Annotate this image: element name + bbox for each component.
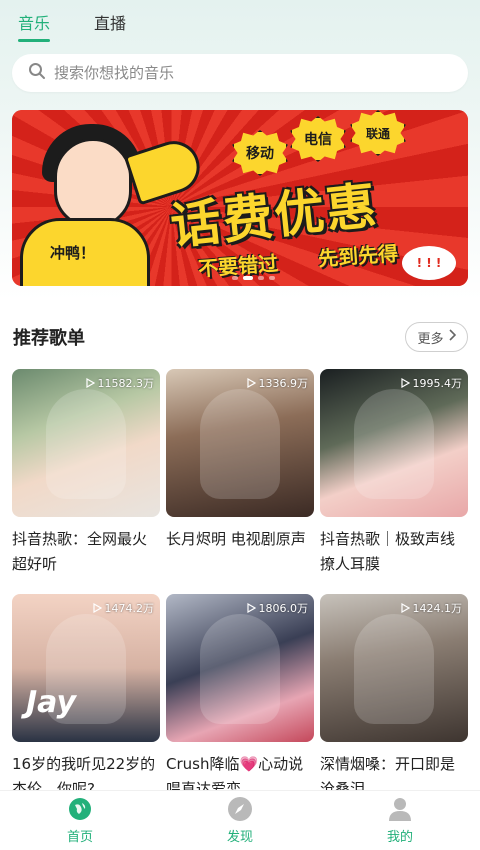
more-label: 更多: [417, 331, 444, 347]
play-icon: [85, 378, 95, 388]
playlist-title: 抖音热歌｜极致声线撩人耳膜: [320, 530, 456, 573]
playlist-card[interactable]: 1424.1万 深情烟嗓：开口即是沧桑泪: [320, 594, 468, 802]
play-count-value: 1474.2万: [104, 602, 155, 615]
play-count-value: 1806.0万: [258, 602, 309, 615]
exclaim-bubble: ! ! !: [402, 246, 456, 280]
play-icon: [400, 378, 410, 388]
chevron-right-icon: [448, 329, 456, 345]
playlist-title: 抖音热歌：全网最火超好听: [12, 530, 148, 573]
tab-live[interactable]: 直播: [94, 10, 126, 34]
play-count-value: 1424.1万: [412, 602, 463, 615]
play-count: 1474.2万: [92, 600, 155, 616]
search-bar[interactable]: [12, 54, 468, 92]
nav-home[interactable]: 首页: [40, 796, 120, 845]
nav-profile-label: 我的: [386, 830, 413, 845]
top-tabs: 音乐 直播: [18, 10, 126, 42]
search-input[interactable]: [54, 64, 434, 82]
playlist-cover: 11582.3万: [12, 369, 160, 517]
playlist-cover: 1336.9万: [166, 369, 314, 517]
playlist-card[interactable]: 11582.3万 抖音热歌：全网最火超好听: [12, 369, 160, 577]
banner-sub-right: 先到先得: [317, 241, 399, 271]
section-title: 推荐歌单: [13, 328, 85, 349]
cover-figure: [200, 389, 280, 499]
play-count: 1424.1万: [400, 600, 463, 616]
play-icon: [246, 378, 256, 388]
play-count: 1806.0万: [246, 600, 309, 616]
tab-music[interactable]: 音乐: [18, 10, 51, 42]
more-button[interactable]: 更多: [405, 322, 468, 352]
play-count: 1995.4万: [400, 375, 463, 391]
playlist-card[interactable]: 1995.4万 抖音热歌｜极致声线撩人耳膜: [320, 369, 468, 577]
cover-figure: [46, 389, 126, 499]
promo-banner[interactable]: 冲鸭！ 移动 电信 联通 话费优惠 不要错过 先到先得 ! ! !: [12, 110, 468, 286]
compass-icon: [227, 796, 253, 822]
playlist-cover: 1806.0万: [166, 594, 314, 742]
play-count: 1336.9万: [246, 375, 309, 391]
shirt-text: 冲鸭！: [50, 244, 96, 262]
carousel-dot: [258, 276, 264, 280]
nav-discover[interactable]: 发现: [200, 796, 280, 845]
nav-profile[interactable]: 我的: [360, 796, 440, 845]
carousel-dot-active: [243, 276, 253, 280]
cover-figure: [354, 389, 434, 499]
bottom-nav: 首页 发现 我的: [0, 790, 480, 850]
cover-figure: [354, 614, 434, 724]
play-icon: [246, 603, 256, 613]
playlist-card[interactable]: Jay 1474.2万 16岁的我听见22岁的杰伦，你呢?: [12, 594, 160, 802]
play-count-value: 1336.9万: [258, 377, 309, 390]
nav-home-label: 首页: [66, 830, 93, 845]
carousel-dots: [232, 276, 275, 280]
search-icon: [28, 62, 46, 84]
playlist-cover: 1424.1万: [320, 594, 468, 742]
nav-discover-label: 发现: [226, 830, 253, 845]
play-icon: [400, 603, 410, 613]
carousel-dot: [269, 276, 275, 280]
cover-logo-text: Jay: [26, 685, 77, 720]
cover-figure: [200, 614, 280, 724]
character-face: [54, 138, 132, 228]
play-count-value: 11582.3万: [97, 377, 155, 390]
carousel-dot: [232, 276, 238, 280]
playlist-card[interactable]: 1336.9万 长月烬明 电视剧原声: [166, 369, 314, 577]
playlist-card[interactable]: 1806.0万 Crush降临💗心动说唱直达爱恋: [166, 594, 314, 802]
playlist-title: 长月烬明 电视剧原声: [166, 530, 306, 548]
playlist-cover: Jay 1474.2万: [12, 594, 160, 742]
play-count: 11582.3万: [85, 375, 155, 391]
play-count-value: 1995.4万: [412, 377, 463, 390]
playlist-cover: 1995.4万: [320, 369, 468, 517]
user-icon: [387, 796, 413, 822]
play-icon: [92, 603, 102, 613]
home-icon: [67, 796, 93, 822]
